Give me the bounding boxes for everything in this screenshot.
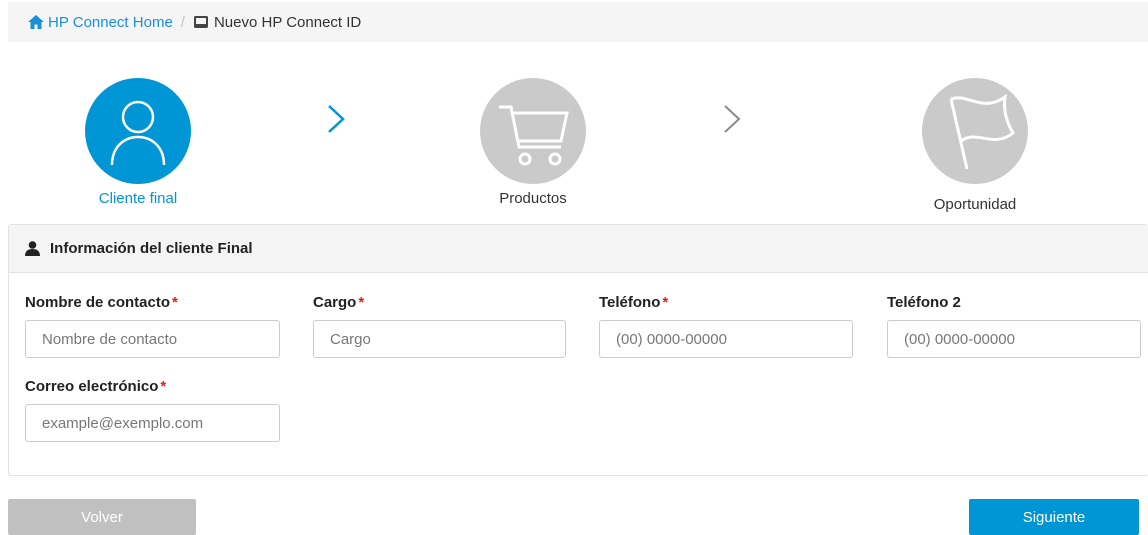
panel-title: Información del cliente Final	[50, 240, 253, 257]
back-button[interactable]: Volver	[8, 499, 196, 535]
email-label: Correo electrónico *	[25, 378, 167, 395]
step-oportunidad[interactable]: Oportunidad	[922, 78, 1028, 213]
step-productos[interactable]: Productos	[480, 78, 586, 207]
breadcrumb-home-link[interactable]: HP Connect Home	[28, 14, 173, 31]
inbox-icon	[193, 16, 208, 28]
step-cliente-final[interactable]: Cliente final	[85, 78, 191, 207]
breadcrumb-home-label: HP Connect Home	[48, 13, 173, 31]
customer-info-panel: Información del cliente Final Nombre de …	[8, 224, 1148, 476]
chevron-right-icon	[724, 105, 741, 133]
required-marker: *	[358, 294, 365, 311]
contact-name-label: Nombre de contacto *	[25, 294, 178, 311]
phone-2-label: Teléfono 2	[887, 294, 961, 311]
phone-label: Teléfono *	[599, 294, 669, 311]
step-circle-inactive	[480, 78, 586, 184]
required-marker: *	[662, 294, 669, 311]
step-circle-inactive	[922, 78, 1028, 184]
step-label: Cliente final	[98, 190, 178, 207]
phone-2-input[interactable]	[887, 320, 1141, 358]
step-label: Oportunidad	[933, 196, 1017, 213]
contact-name-input[interactable]	[25, 320, 280, 358]
position-input[interactable]	[313, 320, 566, 358]
position-label: Cargo *	[313, 294, 365, 311]
breadcrumb-current: Nuevo HP Connect ID	[193, 14, 361, 31]
next-button[interactable]: Siguiente	[969, 499, 1139, 535]
email-input[interactable]	[25, 404, 280, 442]
breadcrumb-separator: /	[180, 13, 185, 31]
flag-icon	[949, 93, 1015, 170]
step-label: Productos	[499, 190, 567, 207]
phone-input[interactable]	[599, 320, 853, 358]
cart-icon	[499, 105, 569, 166]
breadcrumb-current-label: Nuevo HP Connect ID	[213, 13, 362, 31]
required-marker: *	[172, 294, 178, 311]
chevron-right-icon	[328, 105, 345, 133]
breadcrumb: HP Connect Home / Nuevo HP Connect ID	[8, 2, 1148, 42]
required-marker: *	[160, 378, 167, 395]
step-circle-active	[85, 78, 191, 184]
home-icon	[28, 15, 44, 29]
user-icon	[25, 241, 40, 256]
panel-header: Información del cliente Final	[9, 225, 1148, 273]
user-icon	[110, 100, 166, 166]
